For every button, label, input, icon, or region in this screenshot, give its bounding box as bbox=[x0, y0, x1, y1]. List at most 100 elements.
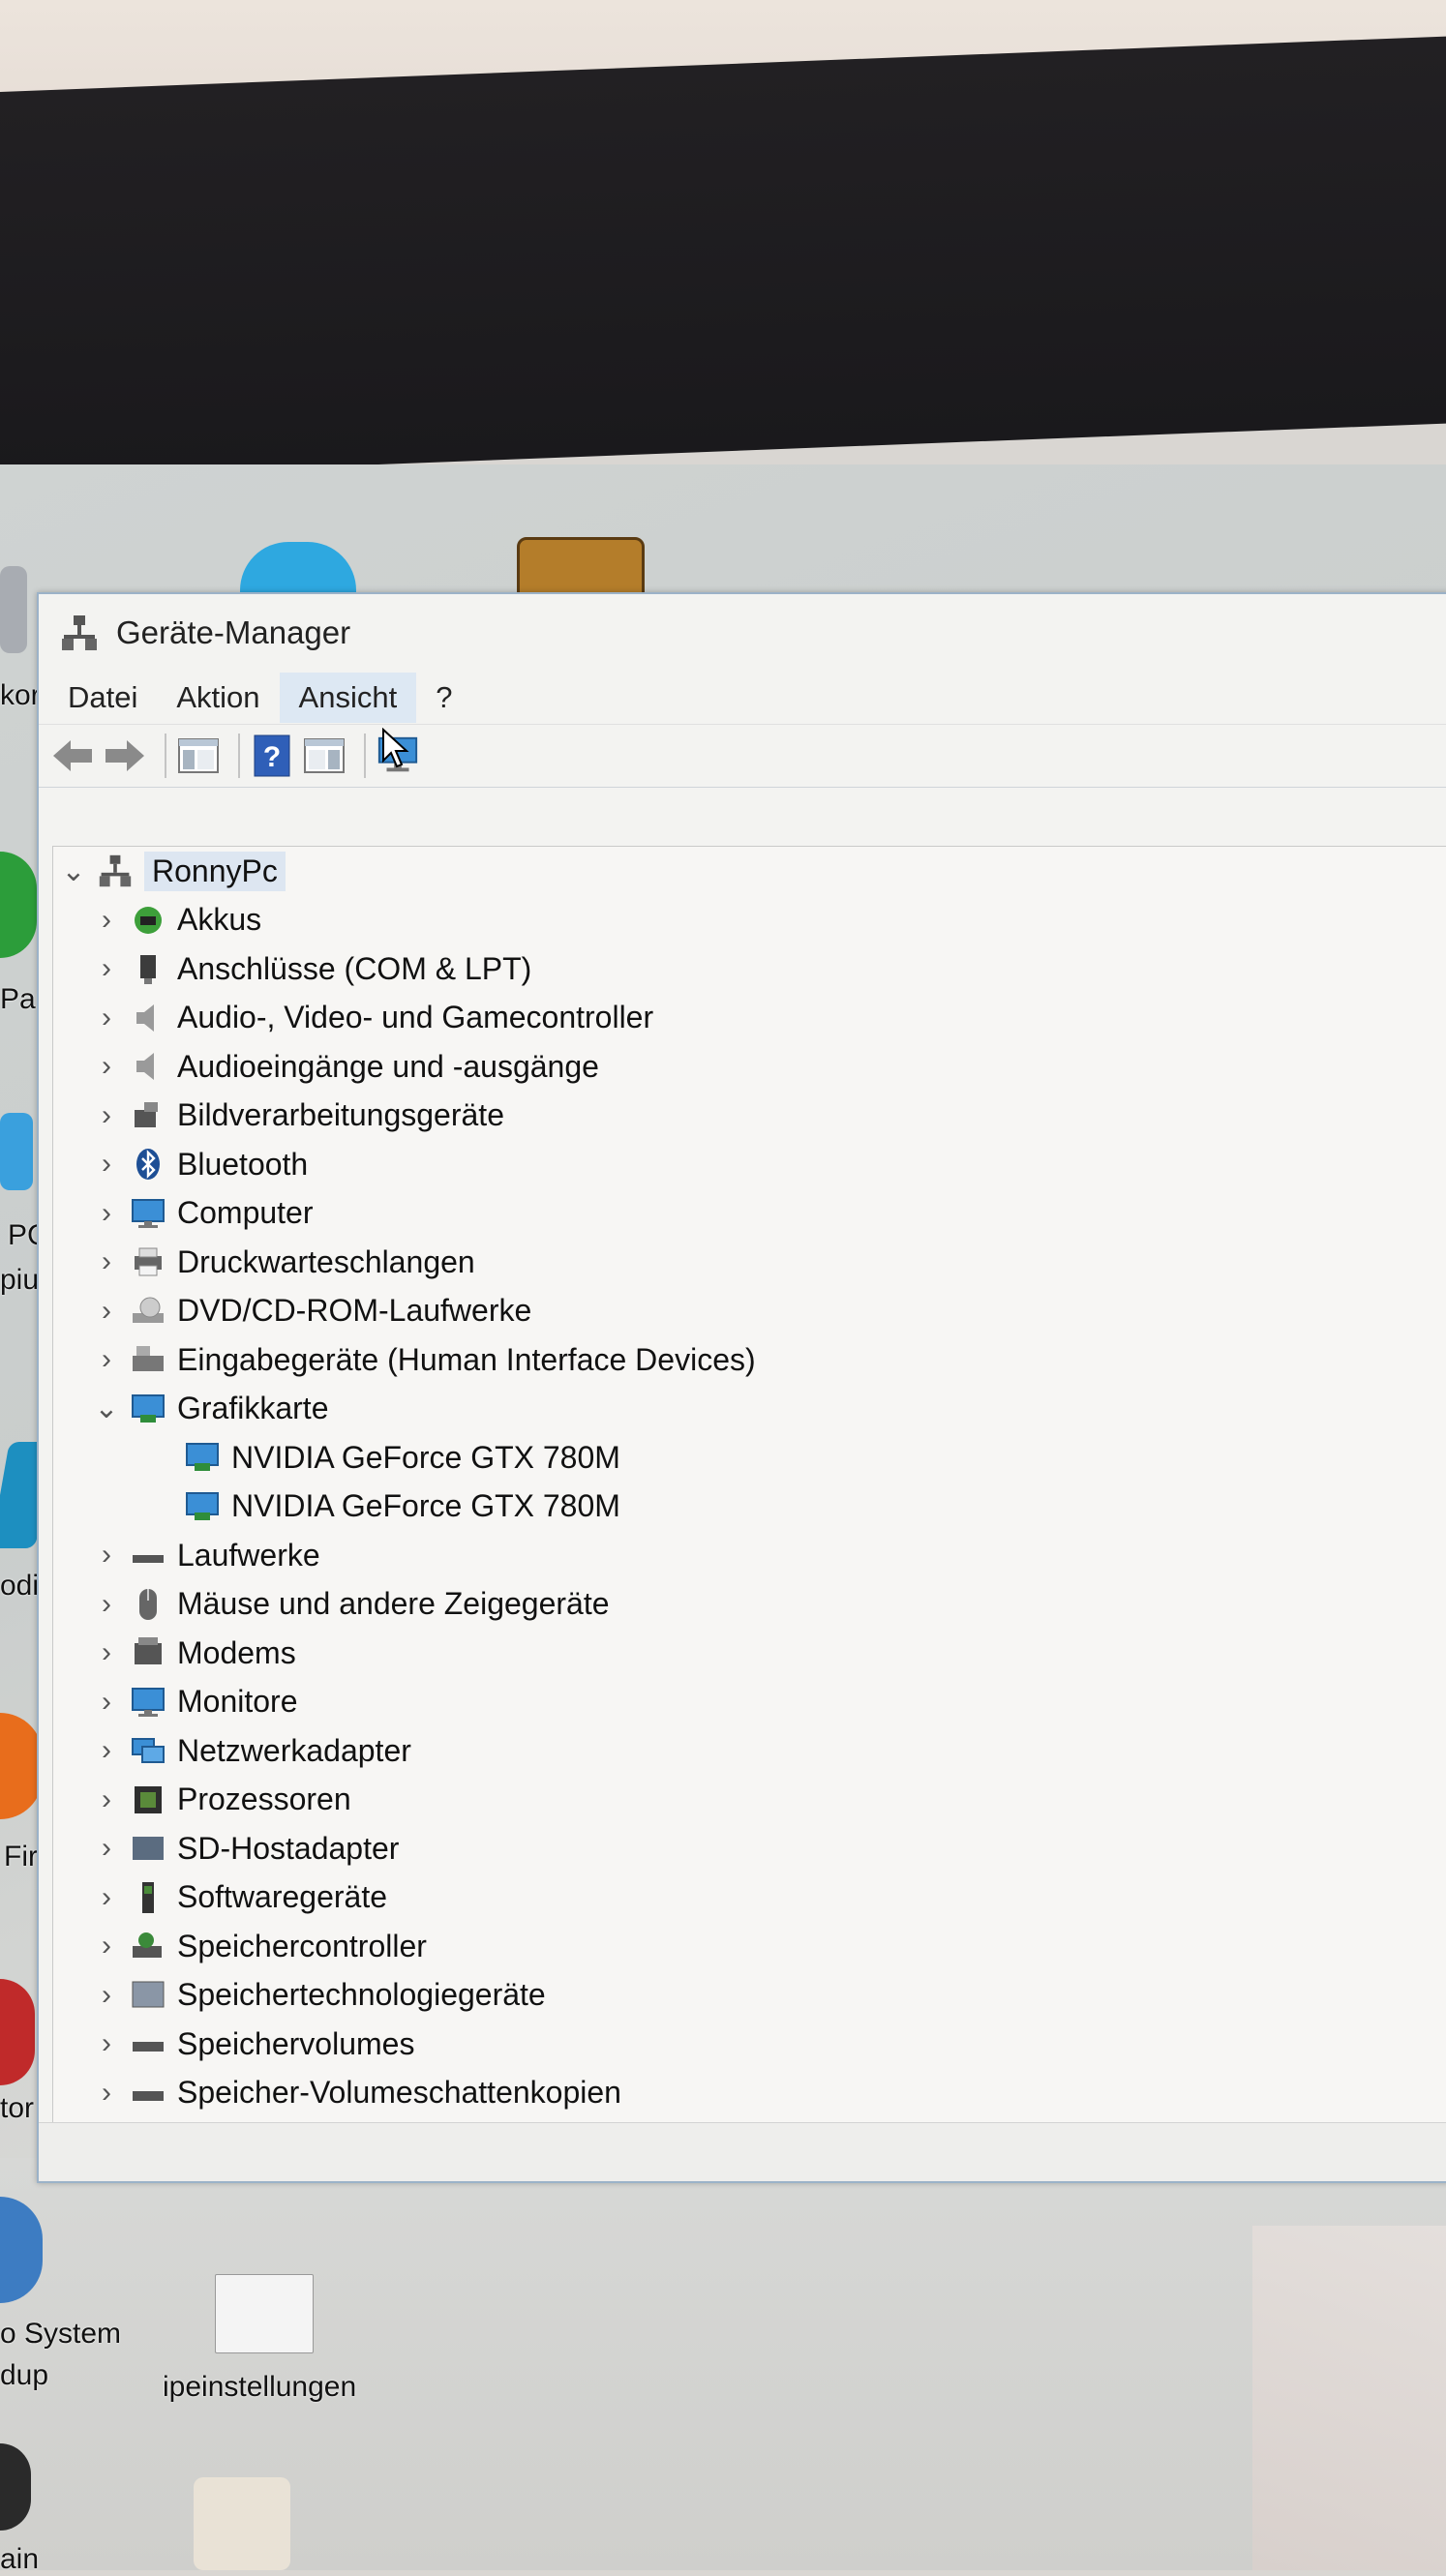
expand-chevron-icon[interactable]: › bbox=[92, 1245, 121, 1278]
expand-chevron-icon[interactable]: › bbox=[92, 1734, 121, 1767]
desktop-label: tor bbox=[0, 2092, 35, 2124]
expand-chevron-icon[interactable]: › bbox=[92, 1539, 121, 1572]
tree-item[interactable]: › Anschlüsse (COM & LPT) bbox=[53, 944, 1446, 994]
desktop-label: o System bbox=[0, 2318, 122, 2350]
tree-item-label: Modems bbox=[177, 1634, 296, 1670]
tree-item[interactable]: › SD-Hostadapter bbox=[53, 1824, 1446, 1873]
desktop-label: odi bbox=[0, 1570, 40, 1602]
memory-tech-icon bbox=[129, 1976, 167, 2015]
tree-item[interactable]: › Speichertechnologiegeräte bbox=[53, 1971, 1446, 2021]
expand-chevron-icon[interactable]: › bbox=[92, 2027, 121, 2060]
tree-item[interactable]: › Laufwerke bbox=[53, 1531, 1446, 1580]
tree-item-label: Speicher-Volumeschattenkopien bbox=[177, 2075, 621, 2111]
speaker-icon bbox=[129, 1047, 167, 1086]
tree-item-label: Prozessoren bbox=[177, 1782, 351, 1817]
monitor-icon bbox=[129, 1194, 167, 1233]
tree-item[interactable]: › Audioeingänge und -ausgänge bbox=[53, 1042, 1446, 1092]
pc-desktop-icon[interactable] bbox=[0, 1113, 33, 1190]
tree-root[interactable]: ⌄ RonnyPc bbox=[53, 847, 1446, 896]
expand-chevron-icon[interactable]: › bbox=[92, 904, 121, 937]
keyboard-icon bbox=[129, 1340, 167, 1379]
tree-item-label: Speichertechnologiegeräte bbox=[177, 1977, 546, 2013]
expand-chevron-icon[interactable]: › bbox=[92, 1930, 121, 1962]
tree-item-label: Bluetooth bbox=[177, 1146, 309, 1182]
expand-chevron-icon[interactable]: › bbox=[92, 1881, 121, 1914]
tree-item[interactable]: › Mäuse und andere Zeigegeräte bbox=[53, 1580, 1446, 1630]
tree-item[interactable]: › Netzwerkadapter bbox=[53, 1726, 1446, 1776]
menu-help[interactable]: ? bbox=[416, 673, 471, 723]
tree-child-item[interactable]: NVIDIA GeForce GTX 780M bbox=[53, 1433, 1446, 1483]
display-adapter-icon bbox=[129, 1390, 167, 1428]
recycle-bin-desktop-icon[interactable] bbox=[0, 566, 27, 653]
expand-chevron-icon[interactable]: › bbox=[92, 1783, 121, 1816]
tree-item[interactable]: › Bildverarbeitungsgeräte bbox=[53, 1092, 1446, 1141]
disc-drive-icon bbox=[129, 1292, 167, 1331]
properties-icon[interactable] bbox=[302, 734, 346, 778]
expand-chevron-icon[interactable]: › bbox=[92, 1295, 121, 1328]
root-label: RonnyPc bbox=[144, 851, 286, 891]
tree-item[interactable]: › Softwaregeräte bbox=[53, 1873, 1446, 1923]
menu-ansicht[interactable]: Ansicht bbox=[279, 673, 417, 723]
tree-item[interactable]: › Akkus bbox=[53, 896, 1446, 945]
tree-item-label: Monitore bbox=[177, 1684, 298, 1720]
back-arrow-icon[interactable] bbox=[50, 734, 95, 778]
desktop-label: dup bbox=[0, 2359, 49, 2391]
tree-item[interactable]: › Druckwarteschlangen bbox=[53, 1238, 1446, 1287]
tree-item[interactable]: › Bluetooth bbox=[53, 1140, 1446, 1189]
tree-item[interactable]: ⌄ Grafikkarte bbox=[53, 1385, 1446, 1434]
expand-chevron-icon[interactable]: › bbox=[92, 1197, 121, 1230]
sd-icon bbox=[129, 1829, 167, 1868]
tree-item[interactable]: › Speichercontroller bbox=[53, 1922, 1446, 1971]
expand-chevron-icon[interactable]: › bbox=[92, 2077, 121, 2110]
expand-chevron-icon[interactable]: › bbox=[92, 1979, 121, 2012]
help-icon[interactable]: ? bbox=[250, 734, 294, 778]
tree-item-label: Audio-, Video- und Gamecontroller bbox=[177, 1000, 654, 1035]
tree-item-label: Softwaregeräte bbox=[177, 1879, 388, 1915]
expand-chevron-icon[interactable]: › bbox=[92, 1002, 121, 1034]
tree-item-label: Laufwerke bbox=[177, 1537, 320, 1573]
toolbar: ? bbox=[39, 724, 1446, 788]
tree-item[interactable]: › Modems bbox=[53, 1629, 1446, 1678]
menu-aktion[interactable]: Aktion bbox=[157, 673, 279, 723]
expand-chevron-icon[interactable]: › bbox=[92, 1050, 121, 1083]
tree-child-item[interactable]: NVIDIA GeForce GTX 780M bbox=[53, 1483, 1446, 1532]
tree-item[interactable]: › Eingabegeräte (Human Interface Devices) bbox=[53, 1335, 1446, 1385]
tree-item[interactable]: › Speicher-Volumeschattenkopien bbox=[53, 2069, 1446, 2118]
mouse-cursor-icon bbox=[382, 728, 409, 768]
desktop-label: kor bbox=[0, 679, 41, 711]
window-title: Geräte-Manager bbox=[116, 614, 351, 650]
device-manager-icon bbox=[60, 614, 99, 652]
tree-item[interactable]: › Audio-, Video- und Gamecontroller bbox=[53, 994, 1446, 1043]
expand-chevron-icon[interactable]: › bbox=[92, 1686, 121, 1719]
tree-item[interactable]: › Monitore bbox=[53, 1678, 1446, 1727]
forward-arrow-icon[interactable] bbox=[103, 734, 147, 778]
bluetooth-icon bbox=[129, 1145, 167, 1183]
expand-chevron-icon[interactable]: › bbox=[92, 1832, 121, 1865]
expand-chevron-icon[interactable]: › bbox=[92, 952, 121, 985]
tree-item[interactable]: › Speichervolumes bbox=[53, 2020, 1446, 2069]
settings-file-desktop-icon[interactable] bbox=[215, 2274, 314, 2353]
fabric-background bbox=[1252, 2226, 1446, 2570]
collapse-chevron-icon[interactable]: ⌄ bbox=[92, 1392, 121, 1425]
expand-chevron-icon[interactable]: › bbox=[92, 1636, 121, 1669]
tree-item[interactable]: › Prozessoren bbox=[53, 1776, 1446, 1825]
status-bar bbox=[39, 2122, 1446, 2181]
menu-datei[interactable]: Datei bbox=[48, 673, 157, 723]
title-bar[interactable]: Geräte-Manager bbox=[39, 594, 1446, 672]
expand-chevron-icon[interactable]: › bbox=[92, 1148, 121, 1181]
menu-bar: Datei Aktion Ansicht ? bbox=[39, 672, 1446, 724]
port-icon bbox=[129, 949, 167, 988]
device-tree[interactable]: ⌄ RonnyPc › Akkus › Anschlüsse (COM & LPT) ›… bbox=[52, 846, 1446, 2123]
tree-item[interactable]: › DVD/CD-ROM-Laufwerke bbox=[53, 1287, 1446, 1336]
show-hide-console-tree-icon[interactable] bbox=[176, 734, 221, 778]
device-manager-window[interactable]: Geräte-Manager Datei Aktion Ansicht ? ? bbox=[37, 592, 1446, 2183]
tree-item-label: Anschlüsse (COM & LPT) bbox=[177, 950, 532, 986]
expand-chevron-icon[interactable]: › bbox=[92, 1588, 121, 1621]
tree-item-label: DVD/CD-ROM-Laufwerke bbox=[177, 1293, 532, 1329]
expand-chevron-icon[interactable]: › bbox=[92, 1343, 121, 1376]
processor-icon bbox=[129, 1781, 167, 1819]
expand-chevron-icon[interactable]: › bbox=[92, 1099, 121, 1132]
collapse-chevron-icon[interactable]: ⌄ bbox=[59, 854, 88, 888]
checkmark-desktop-icon[interactable] bbox=[194, 2477, 290, 2570]
tree-item[interactable]: › Computer bbox=[53, 1189, 1446, 1239]
